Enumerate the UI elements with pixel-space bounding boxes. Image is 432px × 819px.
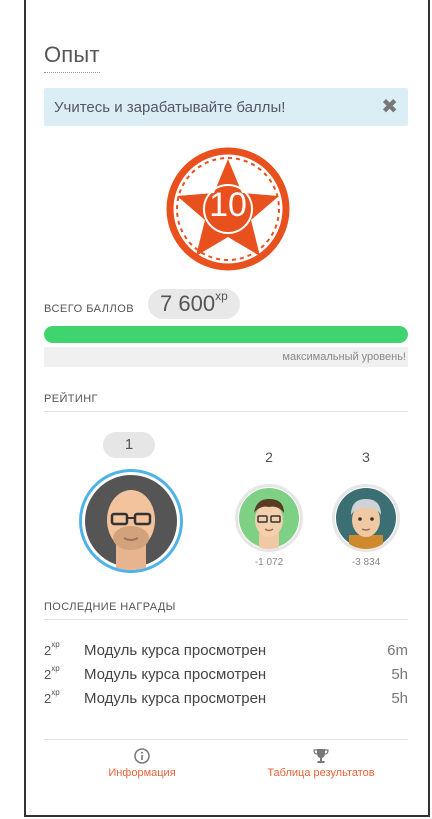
level-progress-bar: [44, 326, 408, 343]
award-xp-unit: xp: [51, 664, 60, 673]
leader-avatar-1[interactable]: [79, 469, 183, 573]
award-xp: 2xp: [44, 688, 60, 706]
footer-divider: [44, 739, 408, 740]
rank-1-badge: 1: [103, 432, 155, 458]
award-time: 5h: [391, 690, 408, 707]
leaderboard-button[interactable]: Таблица результатов: [246, 748, 396, 779]
award-row: 2xp Модуль курса просмотрен 5h: [44, 664, 408, 685]
bald-man-avatar-icon: [85, 475, 177, 570]
young-man-avatar-icon: [239, 488, 299, 549]
xp-unit: xp: [215, 289, 228, 303]
trophy-icon: [313, 749, 329, 763]
award-xp-unit: xp: [51, 688, 60, 697]
award-row: 2xp Модуль курса просмотрен 6m: [44, 640, 408, 661]
award-xp-unit: xp: [51, 640, 60, 649]
leader-avatar-3[interactable]: [332, 484, 400, 552]
progress-caption: максимальный уровень!: [44, 347, 408, 367]
award-xp: 2xp: [44, 664, 60, 682]
rank-2-score: -1 072: [254, 557, 284, 568]
level-number: 10: [209, 186, 247, 224]
total-points-number: 7 600: [160, 291, 216, 316]
experience-panel: Опыт Учитесь и зарабатывайте баллы! ✖ 10…: [24, 0, 430, 817]
award-text: Модуль курса просмотрен: [84, 642, 267, 659]
page-title: Опыт: [44, 42, 100, 73]
rank-2-number: 2: [265, 449, 273, 465]
info-button[interactable]: Информация: [92, 748, 192, 779]
info-icon: [134, 748, 150, 764]
award-text: Модуль курса просмотрен: [84, 690, 267, 707]
old-man-avatar-icon: [336, 488, 396, 549]
total-points-row: ВСЕГО БАЛЛОВ 7 600xp: [44, 288, 408, 322]
award-row: 2xp Модуль курса просмотрен 5h: [44, 688, 408, 709]
rank-3-number: 3: [362, 449, 370, 465]
info-button-label: Информация: [108, 767, 176, 779]
leaderboard-button-label: Таблица результатов: [267, 767, 375, 779]
level-badge: 10: [166, 147, 290, 271]
leader-avatar-2[interactable]: [235, 484, 303, 552]
awards-heading: ПОСЛЕДНИЕ НАГРАДЫ: [44, 601, 408, 620]
total-points-label: ВСЕГО БАЛЛОВ: [44, 303, 135, 315]
rating-heading: РЕЙТИНГ: [44, 393, 408, 412]
rank-3-score: -3 834: [351, 557, 381, 568]
total-points-value: 7 600xp: [148, 289, 240, 319]
award-text: Модуль курса просмотрен: [84, 666, 267, 683]
close-icon[interactable]: ✖: [381, 94, 398, 119]
award-time: 5h: [391, 666, 408, 683]
alert-text: Учитесь и зарабатывайте баллы!: [54, 99, 286, 116]
level-progress-fill: [44, 326, 408, 343]
award-time: 6m: [387, 642, 408, 659]
award-xp: 2xp: [44, 640, 60, 658]
info-alert: Учитесь и зарабатывайте баллы! ✖: [44, 88, 408, 126]
